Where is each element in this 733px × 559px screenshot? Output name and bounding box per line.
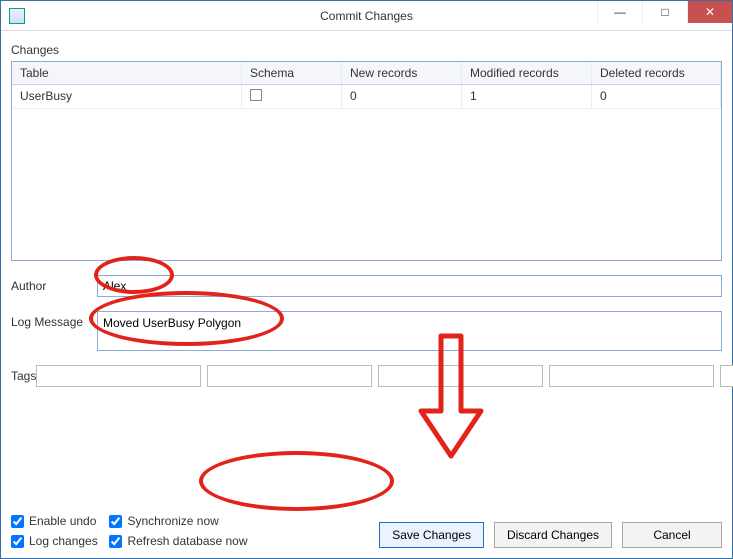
content-area: Changes Table Schema New records Modifie… [11,43,722,548]
bottom-controls: Enable undo Log changes Synchronize now … [11,474,722,548]
col-header-new[interactable]: New records [342,62,462,84]
cell-table-name: UserBusy [12,85,242,108]
cell-schema[interactable] [242,85,342,108]
schema-checkbox[interactable] [250,89,262,101]
synchronize-now-checkbox[interactable]: Synchronize now [109,514,247,528]
author-input[interactable] [97,275,722,297]
left-options: Enable undo Log changes [11,514,98,548]
log-message-row: Log Message [11,311,722,351]
titlebar: Commit Changes — □ ✕ [1,1,732,31]
table-row[interactable]: UserBusy 0 1 0 [12,85,721,109]
cell-modified-records: 1 [462,85,592,108]
changes-group-label: Changes [11,43,722,57]
log-message-input[interactable] [97,311,722,351]
close-button[interactable]: ✕ [687,1,732,23]
tag-input-1[interactable] [36,365,201,387]
log-changes-label: Log changes [29,534,98,548]
refresh-database-input[interactable] [109,535,122,548]
mid-options: Synchronize now Refresh database now [109,514,247,548]
cell-deleted-records: 0 [592,85,721,108]
app-icon [9,8,25,24]
col-header-deleted[interactable]: Deleted records [592,62,721,84]
enable-undo-checkbox[interactable]: Enable undo [11,514,98,528]
tags-row: Tags [11,365,722,387]
synchronize-now-input[interactable] [109,515,122,528]
save-changes-button[interactable]: Save Changes [379,522,484,548]
log-changes-input[interactable] [11,535,24,548]
log-changes-checkbox[interactable]: Log changes [11,534,98,548]
synchronize-now-label: Synchronize now [127,514,218,528]
grid-header: Table Schema New records Modified record… [12,62,721,85]
author-label: Author [11,279,97,293]
tags-label: Tags [11,369,36,383]
col-header-table[interactable]: Table [12,62,242,84]
enable-undo-input[interactable] [11,515,24,528]
discard-changes-button[interactable]: Discard Changes [494,522,612,548]
tag-input-4[interactable] [549,365,714,387]
col-header-schema[interactable]: Schema [242,62,342,84]
author-row: Author [11,275,722,297]
log-message-label: Log Message [11,311,97,329]
tag-input-2[interactable] [207,365,372,387]
refresh-database-checkbox[interactable]: Refresh database now [109,534,247,548]
refresh-database-label: Refresh database now [127,534,247,548]
minimize-button[interactable]: — [597,1,642,23]
commit-changes-dialog: Commit Changes — □ ✕ Changes Table Schem… [0,0,733,559]
enable-undo-label: Enable undo [29,514,96,528]
tag-input-5[interactable] [720,365,733,387]
action-buttons: Save Changes Discard Changes Cancel [379,522,722,548]
maximize-button[interactable]: □ [642,1,687,23]
cell-new-records: 0 [342,85,462,108]
changes-grid[interactable]: Table Schema New records Modified record… [11,61,722,261]
window-controls: — □ ✕ [597,1,732,23]
tag-input-3[interactable] [378,365,543,387]
col-header-modified[interactable]: Modified records [462,62,592,84]
cancel-button[interactable]: Cancel [622,522,722,548]
